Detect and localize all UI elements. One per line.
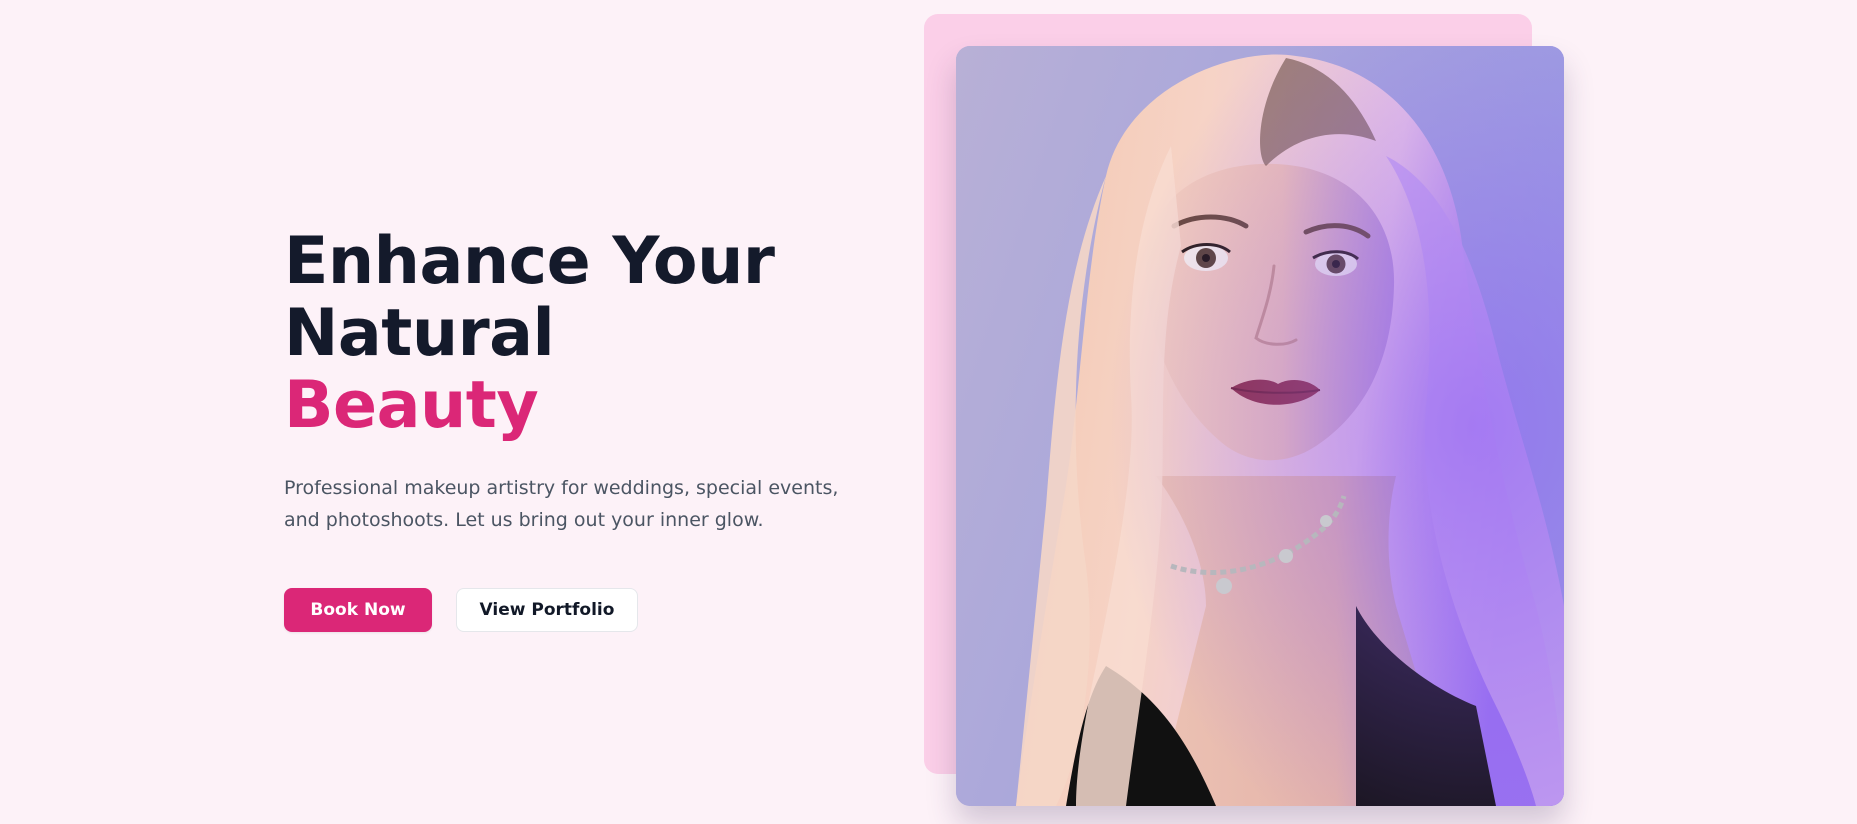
headline-accent: Beauty	[284, 368, 539, 443]
book-now-button[interactable]: Book Now	[284, 588, 432, 632]
hero-subtitle: Professional makeup artistry for wedding…	[284, 477, 839, 531]
cta-button-row: Book Now View Portfolio	[284, 588, 884, 632]
headline-line-2: Natural	[284, 296, 555, 371]
view-portfolio-button[interactable]: View Portfolio	[456, 588, 638, 632]
hero-text-block: Enhance Your Natural Beauty Professional…	[284, 226, 884, 632]
hero-portrait-image	[956, 46, 1564, 806]
hero-section: Enhance Your Natural Beauty Professional…	[0, 0, 1857, 824]
hero-headline: Enhance Your Natural Beauty	[284, 226, 884, 442]
portrait-illustration	[956, 46, 1564, 806]
headline-line-1: Enhance Your	[284, 224, 775, 299]
